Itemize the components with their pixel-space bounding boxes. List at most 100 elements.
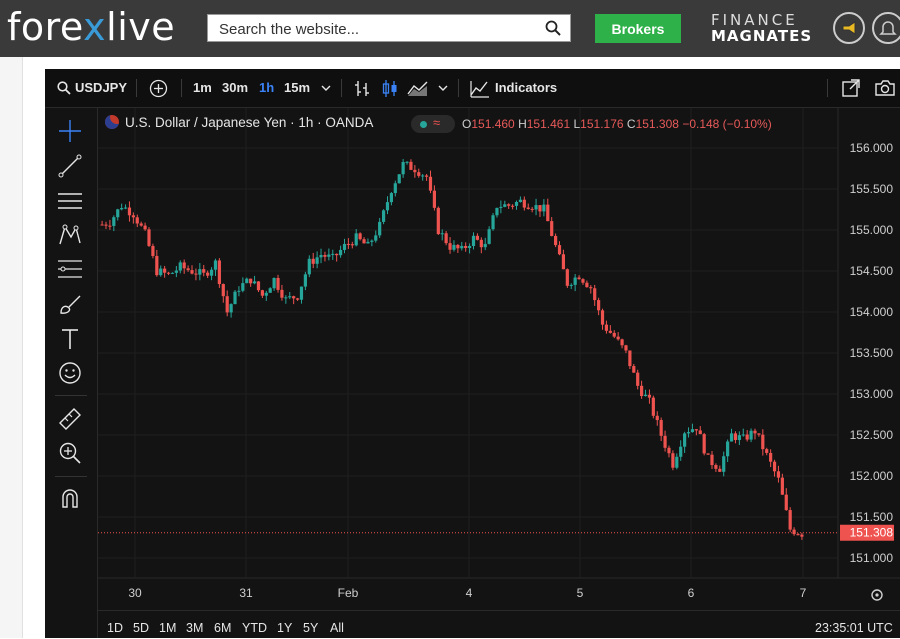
candle-body [667, 447, 671, 454]
interval-1h[interactable]: 1h [259, 69, 274, 107]
candle-body [350, 244, 354, 246]
candle-body [503, 204, 507, 207]
tools-divider [55, 476, 87, 477]
candle-body [659, 420, 663, 436]
candle-body [342, 243, 347, 250]
area-chart-type-icon[interactable] [407, 79, 429, 98]
horizontal-lines-icon[interactable] [57, 188, 83, 214]
candle-body [100, 224, 104, 226]
symbol-search-icon[interactable] [57, 81, 71, 95]
candle-body [636, 372, 640, 386]
candle-body [600, 310, 605, 325]
candle-body [640, 385, 644, 397]
candle-body [178, 262, 182, 271]
add-symbol-icon[interactable] [149, 79, 168, 98]
price-change: −0.148 (−0.10%) [682, 117, 772, 131]
candle-body [491, 215, 495, 230]
indicators-icon[interactable] [470, 79, 490, 98]
candle-body [585, 282, 589, 288]
candle-body [319, 255, 323, 258]
zoom-in-icon[interactable] [57, 440, 83, 466]
range-6m[interactable]: 6M [214, 621, 231, 635]
candle-body [483, 243, 487, 248]
range-1d[interactable]: 1D [107, 621, 123, 635]
magnet-icon[interactable] [57, 485, 83, 511]
range-5y[interactable]: 5Y [303, 621, 318, 635]
trend-line-icon[interactable] [57, 153, 83, 179]
candle-body [315, 257, 319, 264]
candle-body [417, 172, 421, 176]
search-icon[interactable] [545, 20, 561, 36]
candle-body [479, 239, 483, 248]
candle-body [753, 430, 757, 434]
candle-body [249, 278, 253, 284]
brush-icon[interactable] [57, 291, 83, 317]
candle-body [745, 434, 749, 440]
candle-body [139, 223, 143, 226]
open-external-icon[interactable] [841, 78, 861, 98]
brokers-button[interactable]: Brokers [595, 14, 681, 43]
candle-body [170, 272, 175, 274]
price-tick-label: 153.500 [850, 346, 894, 360]
megaphone-button[interactable] [833, 12, 865, 44]
indicators-button[interactable]: Indicators [495, 69, 557, 107]
price-chart[interactable]: 156.000 155.500 155.000 154.500 154.000 153.5… [98, 108, 900, 610]
candle-body [143, 225, 147, 230]
candle-body [159, 268, 163, 276]
candle-body [440, 233, 444, 235]
range-1m[interactable]: 1M [159, 621, 176, 635]
candle-body [522, 199, 526, 208]
search-input[interactable] [217, 15, 541, 43]
range-ytd[interactable]: YTD [242, 621, 267, 635]
page-left-margin [0, 57, 23, 638]
candle-body [174, 270, 178, 273]
candle-body [597, 300, 601, 311]
candle-body [225, 296, 229, 313]
toolbar-separator [827, 79, 828, 97]
finance-magnates-logo[interactable]: FINANCE MAGNATES [711, 12, 812, 44]
range-1y[interactable]: 1Y [277, 621, 292, 635]
camera-icon[interactable] [874, 78, 896, 98]
range-3m[interactable]: 3M [186, 621, 203, 635]
interval-1m[interactable]: 1m [193, 69, 212, 107]
bar-chart-type-icon[interactable] [353, 79, 371, 98]
price-tick-label: 152.500 [850, 428, 894, 442]
legend-title[interactable]: U.S. Dollar / Japanese Yen · 1h · OANDA [125, 115, 373, 130]
candle-body [393, 183, 397, 194]
utc-clock[interactable]: 23:35:01 UTC [815, 621, 893, 635]
candles-chart-type-icon[interactable] [381, 79, 399, 98]
interval-30m[interactable]: 30m [222, 69, 248, 107]
candle-body [565, 269, 569, 286]
range-all[interactable]: All [330, 621, 344, 635]
candle-body [397, 174, 401, 184]
candle-body [401, 162, 405, 175]
fib-retracement-icon[interactable] [57, 256, 83, 282]
candle-body [467, 246, 472, 249]
pattern-icon[interactable] [57, 222, 83, 248]
price-tick-label: 152.000 [850, 469, 894, 483]
text-tool-icon[interactable] [57, 326, 83, 352]
notifications-button[interactable] [872, 12, 900, 44]
market-status-pill[interactable]: ≈ [411, 115, 455, 133]
candle-body [538, 205, 542, 212]
candle-body [714, 465, 718, 469]
candle-body [202, 269, 206, 273]
emoji-icon[interactable] [57, 360, 83, 386]
range-5d[interactable]: 5D [133, 621, 149, 635]
site-header: forexlive Brokers FINANCE MAGNATES [0, 0, 900, 57]
crosshair-icon[interactable] [57, 118, 83, 144]
drawing-tools-panel [45, 108, 98, 638]
interval-15m[interactable]: 15m [284, 69, 310, 107]
candle-body [718, 468, 722, 472]
symbol-label[interactable]: USDJPY [75, 69, 127, 107]
forexlive-logo[interactable]: forexlive [7, 6, 175, 48]
candle-body [256, 281, 261, 291]
candle-body [338, 249, 343, 256]
candle-body [632, 366, 636, 373]
chevron-down-icon[interactable] [321, 85, 331, 93]
open-value: 151.460 [471, 117, 515, 131]
chevron-down-icon[interactable] [438, 85, 448, 93]
candle-body [589, 287, 593, 289]
candle-body [260, 290, 264, 296]
ruler-icon[interactable] [57, 406, 83, 432]
